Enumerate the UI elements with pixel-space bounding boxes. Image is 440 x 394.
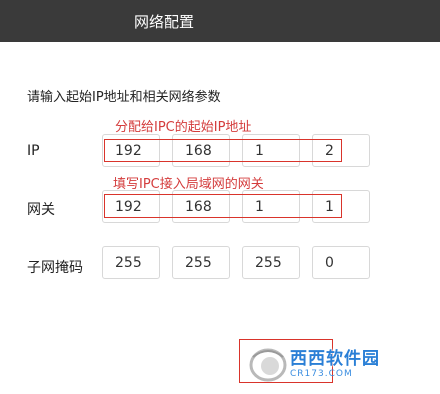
mask-octet-3[interactable]: 255 [242, 246, 300, 279]
mask-octet-4[interactable]: 0 [312, 246, 370, 279]
ip-octet-4[interactable]: 2 [312, 134, 370, 167]
watermark-logo-icon [248, 347, 288, 383]
ip-octet-2[interactable]: 168 [172, 134, 230, 167]
ip-hint: 分配给IPC的起始IP地址 [115, 120, 252, 135]
gateway-octet-4[interactable]: 1 [312, 190, 370, 223]
watermark-brand: 西西软件园 [290, 349, 380, 369]
gateway-octet-2[interactable]: 168 [172, 190, 230, 223]
gateway-octet-3[interactable]: 1 [242, 190, 300, 223]
title-bar: 网络配置 [0, 0, 440, 42]
mask-octet-1[interactable]: 255 [102, 246, 160, 279]
instruction-text: 请输入起始IP地址和相关网络参数 [27, 90, 221, 105]
ip-octet-3[interactable]: 1 [242, 134, 300, 167]
ip-octet-1[interactable]: 192 [102, 134, 160, 167]
mask-octet-2[interactable]: 255 [172, 246, 230, 279]
watermark: 西西软件园 CR173.COM [248, 345, 424, 385]
ip-label: IP [27, 143, 40, 159]
mask-label: 子网掩码 [27, 260, 83, 276]
gateway-octet-1[interactable]: 192 [102, 190, 160, 223]
window-title: 网络配置 [133, 12, 194, 31]
gateway-label: 网关 [27, 202, 55, 218]
watermark-url: CR173.COM [290, 369, 353, 379]
